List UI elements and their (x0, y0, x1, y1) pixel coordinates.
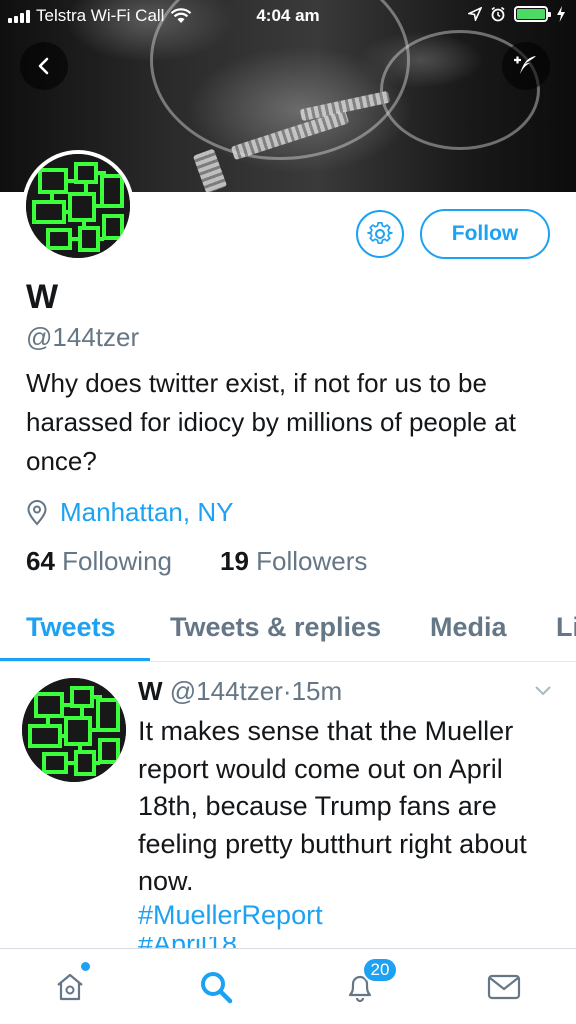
tab-tweets[interactable]: Tweets (26, 612, 116, 643)
followers-label: Followers (256, 546, 368, 576)
battery-icon (514, 6, 551, 22)
tweet-avatar[interactable] (22, 678, 126, 782)
envelope-icon (487, 974, 521, 1000)
follow-button[interactable]: Follow (420, 209, 550, 259)
active-tab-indicator (0, 658, 150, 661)
status-bar: Telstra Wi-Fi Call 4:04 am (0, 0, 576, 36)
profile-bio: Why does twitter exist, if not for us to… (26, 368, 516, 476)
nav-messages[interactable] (484, 967, 524, 1007)
home-new-content-dot (81, 962, 90, 971)
profile-avatar[interactable] (22, 150, 134, 262)
profile-handle: @144tzer (26, 322, 140, 352)
location-link[interactable]: Manhattan, NY (60, 497, 233, 528)
tab-media[interactable]: Media (430, 612, 507, 643)
nav-search[interactable] (196, 967, 236, 1007)
tweet-hashtag-link[interactable]: #MuellerReport (138, 900, 323, 931)
compose-feather-icon (514, 56, 536, 74)
tweet-options-button[interactable] (534, 684, 552, 702)
chevron-left-icon (38, 57, 49, 75)
location-pin-icon (27, 499, 47, 526)
following-count-link[interactable]: 64 Following (26, 546, 172, 577)
search-icon (201, 972, 233, 1004)
followers-count: 19 (219, 546, 249, 576)
tweet-text: It makes sense that the Mueller report w… (138, 716, 527, 896)
follow-counts: 64 Following 19 Followers (26, 546, 367, 577)
bottom-tab-bar (0, 948, 576, 1024)
back-button[interactable] (20, 42, 68, 90)
profile-name: W (26, 278, 59, 316)
profile-settings-button[interactable] (356, 210, 404, 258)
compose-tweet-button[interactable] (502, 42, 550, 90)
avatar-circuit-image (26, 154, 130, 258)
profile-location: Manhattan, NY (26, 497, 233, 528)
tab-tweets-and-replies[interactable]: Tweets & replies (170, 612, 381, 643)
location-arrow-icon (468, 7, 482, 21)
avatar-circuit-image (22, 678, 126, 782)
tweet-author-handle[interactable]: @144tzer (170, 676, 283, 706)
profile-tabs: Tweets Tweets & replies Media Li (0, 600, 576, 662)
charging-icon (557, 6, 565, 22)
nav-home[interactable] (50, 967, 90, 1007)
gear-icon (367, 222, 393, 244)
tweet-separator: · (282, 676, 292, 706)
followers-count-link[interactable]: 19 Followers (220, 546, 367, 577)
following-count: 64 (26, 546, 55, 576)
tab-likes[interactable]: Li (556, 612, 576, 643)
tweet-author-name[interactable]: W (138, 676, 163, 706)
alarm-icon (491, 6, 505, 22)
notifications-badge: 20 (362, 957, 398, 983)
home-icon (57, 973, 83, 1001)
banner-screw-shape (192, 148, 228, 192)
tweet-time: 15m (291, 676, 343, 706)
tweet-header: W @144tzer·15m (138, 676, 342, 707)
following-label: Following (62, 546, 172, 576)
chevron-down-icon (535, 686, 551, 696)
